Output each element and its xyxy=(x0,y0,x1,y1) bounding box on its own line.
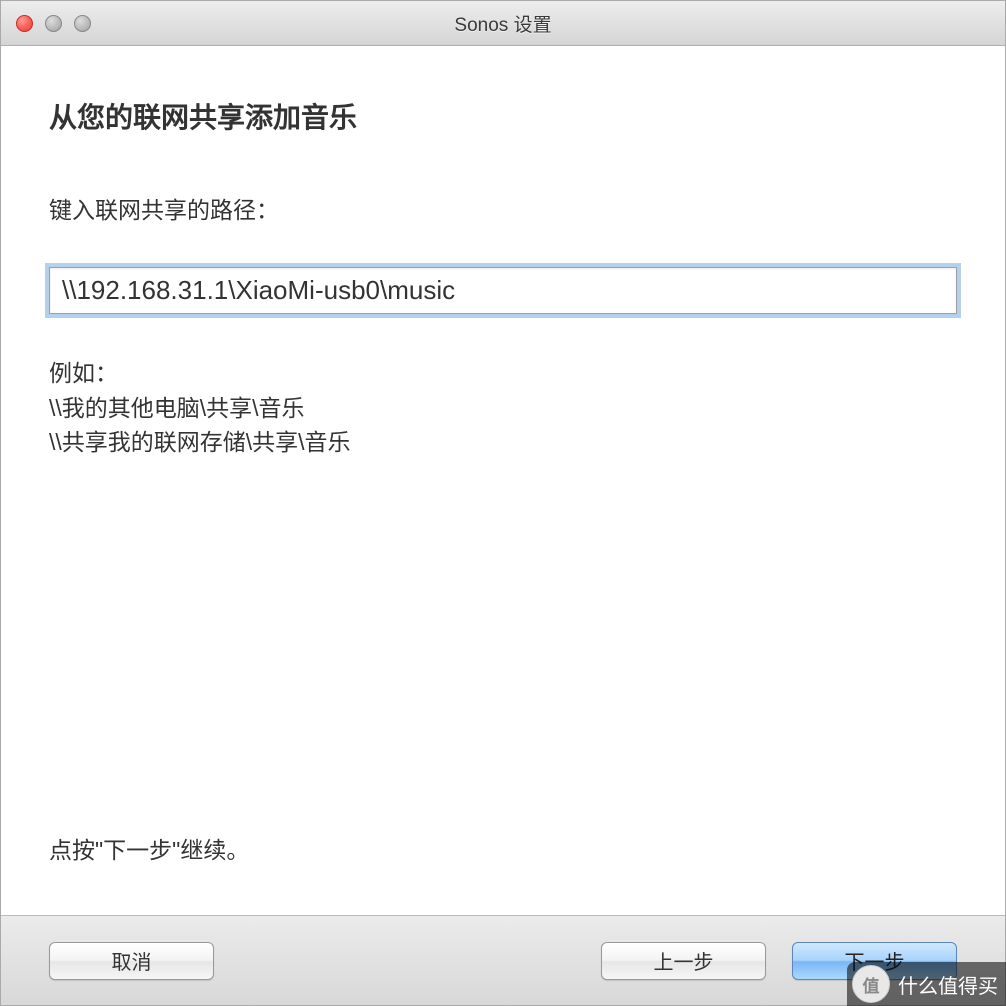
watermark: 值 什么值得买 xyxy=(847,962,1006,1006)
watermark-badge-icon: 值 xyxy=(852,965,890,1003)
content-area: 从您的联网共享添加音乐 键入联网共享的路径： 例如： \\我的其他电脑\共享\音… xyxy=(1,46,1005,915)
settings-window: Sonos 设置 从您的联网共享添加音乐 键入联网共享的路径： 例如： \\我的… xyxy=(0,0,1006,1006)
example-block: 例如： \\我的其他电脑\共享\音乐 \\共享我的联网存储\共享\音乐 xyxy=(49,356,957,460)
example-label: 例如： xyxy=(49,356,957,391)
back-button[interactable]: 上一步 xyxy=(601,942,766,980)
instruction-text: 点按"下一步"继续。 xyxy=(49,831,957,865)
titlebar[interactable]: Sonos 设置 xyxy=(1,1,1005,46)
watermark-text: 什么值得买 xyxy=(898,970,998,999)
zoom-icon[interactable] xyxy=(74,15,91,32)
path-field-label: 键入联网共享的路径： xyxy=(49,191,957,225)
example-line-1: \\我的其他电脑\共享\音乐 xyxy=(49,391,957,426)
close-icon[interactable] xyxy=(16,15,33,32)
window-title: Sonos 设置 xyxy=(454,10,551,37)
traffic-lights xyxy=(16,15,91,32)
example-line-2: \\共享我的联网存储\共享\音乐 xyxy=(49,425,957,460)
minimize-icon[interactable] xyxy=(45,15,62,32)
page-heading: 从您的联网共享添加音乐 xyxy=(49,96,957,136)
network-path-input[interactable] xyxy=(49,267,957,314)
cancel-button[interactable]: 取消 xyxy=(49,942,214,980)
